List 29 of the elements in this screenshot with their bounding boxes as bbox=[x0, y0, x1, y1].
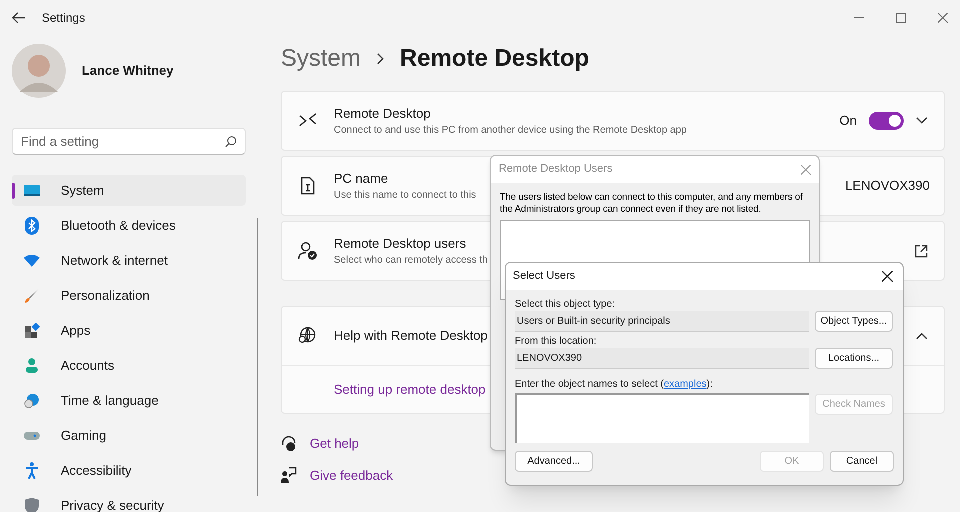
card-title: PC name bbox=[334, 170, 390, 188]
field-label: From this location: bbox=[515, 336, 598, 348]
field-label: Select this object type: bbox=[515, 299, 616, 311]
card-subtitle: Select who can remotely access th bbox=[334, 254, 488, 268]
object-type-field: Users or Built-in security principals bbox=[515, 311, 809, 332]
sidebar-label: Accessibility bbox=[61, 462, 132, 480]
window-title: Settings bbox=[42, 10, 86, 27]
sidebar-label: Bluetooth & devices bbox=[61, 216, 176, 235]
card-subtitle: Use this name to connect to this bbox=[334, 189, 476, 204]
card-title: Remote Desktop users bbox=[334, 234, 468, 253]
card-title: Remote Desktop bbox=[334, 104, 432, 123]
user-name: Lance Whitney bbox=[82, 62, 174, 80]
sidebar-label: Accounts bbox=[61, 356, 114, 375]
sidebar-label: Time & language bbox=[61, 392, 159, 410]
sidebar-label: Apps bbox=[61, 322, 91, 340]
page-title: Remote Desktop bbox=[400, 44, 590, 74]
card-subtitle: Connect to and use this PC from another device using the Remote Desktop app bbox=[334, 124, 687, 138]
help-title: Help with Remote Desktop bbox=[334, 327, 488, 346]
sidebar-label: Network & internet bbox=[61, 252, 168, 270]
toggle-state-label: On bbox=[840, 112, 857, 130]
pc-name-value: LENOVOX390 bbox=[845, 177, 930, 196]
location-field: LENOVOX390 bbox=[515, 348, 809, 369]
dialog-title: Select Users bbox=[513, 269, 576, 284]
sidebar-label: Gaming bbox=[61, 426, 107, 445]
sidebar-label: System bbox=[61, 182, 104, 200]
dialog-title: Remote Desktop Users bbox=[499, 162, 613, 178]
sidebar-label: Personalization bbox=[61, 286, 150, 305]
dialog-description: The users listed below can connect to this computer, and any members of the Administrators group can connect even if they are not listed. bbox=[499, 192, 804, 216]
field-label: Enter the object names to select (examples): bbox=[515, 379, 714, 391]
